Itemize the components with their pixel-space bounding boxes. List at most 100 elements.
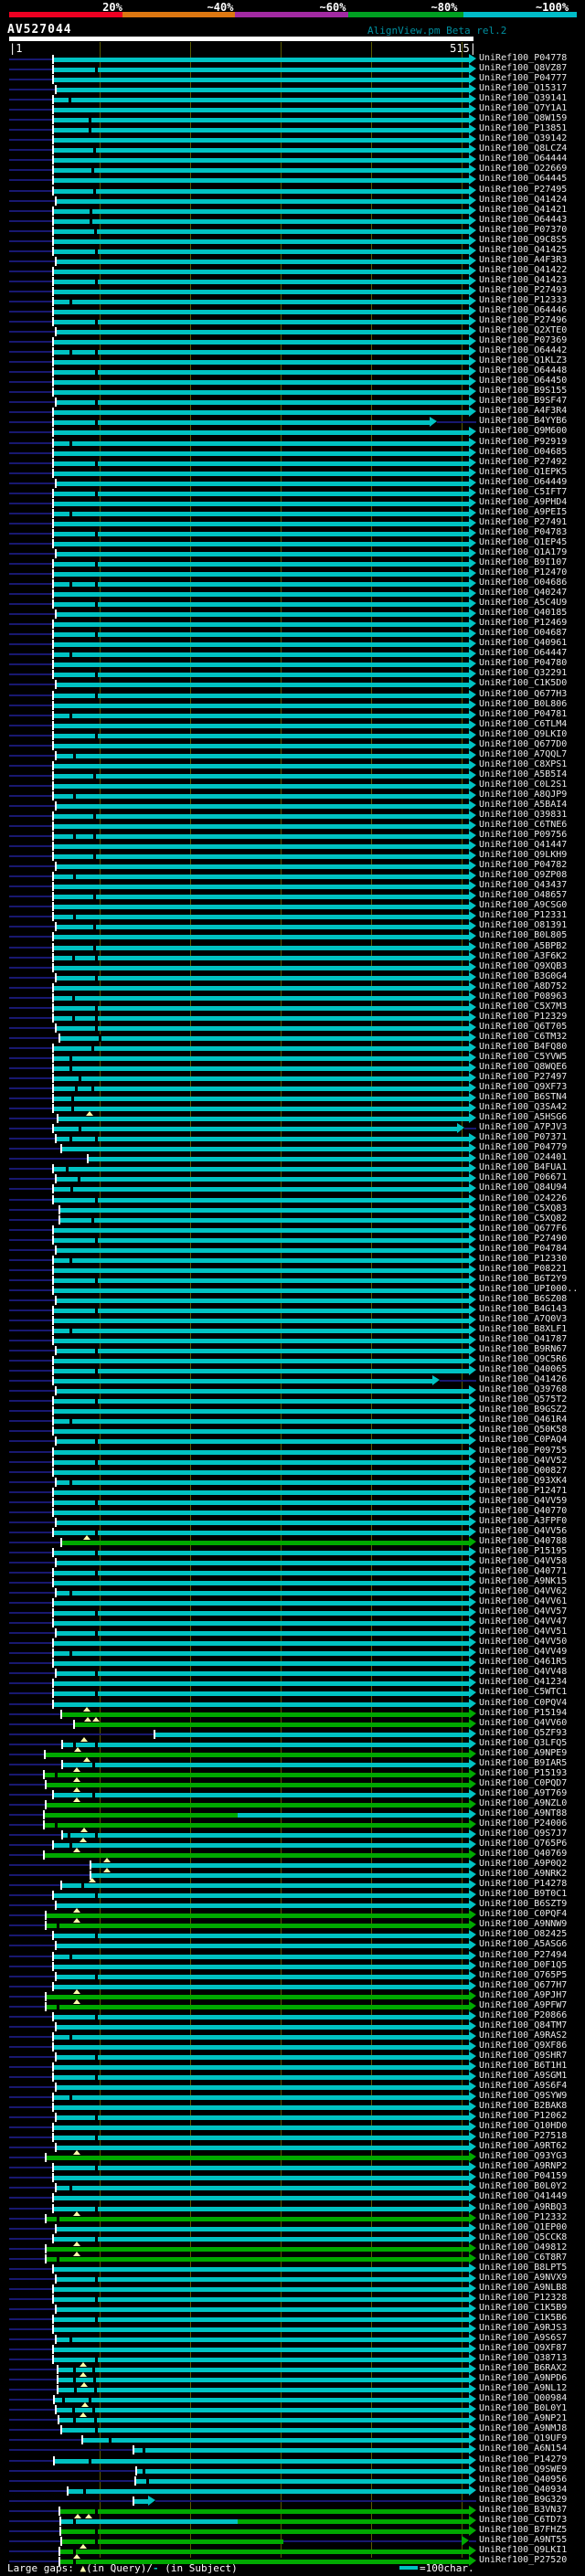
hit-label[interactable]: UniRef100_A9PFW7 — [479, 2000, 567, 2010]
hit-bar[interactable] — [54, 1571, 469, 1575]
hit-bar[interactable] — [54, 461, 469, 466]
hit-bar[interactable] — [62, 1147, 469, 1151]
hit-label[interactable]: UniRef100_P27518 — [479, 2131, 567, 2141]
hit-bar[interactable] — [57, 2337, 469, 2342]
hit-bar[interactable] — [54, 2136, 469, 2140]
hit-label[interactable]: UniRef100_A9NK15 — [479, 1576, 567, 1586]
hit-label[interactable]: UniRef100_Q5CCK8 — [479, 2232, 567, 2242]
hit-label[interactable]: UniRef100_P04780 — [479, 658, 567, 668]
hit-bar[interactable] — [57, 400, 469, 405]
hit-bar[interactable] — [47, 2217, 469, 2221]
hit-bar[interactable] — [54, 1409, 469, 1414]
hit-label[interactable]: UniRef100_Q5ZF93 — [479, 1728, 567, 1738]
hit-label[interactable]: UniRef100_C0L2S1 — [479, 779, 567, 790]
hit-label[interactable]: UniRef100_A9CSG0 — [479, 900, 567, 910]
hit-bar[interactable] — [54, 522, 469, 526]
hit-bar[interactable] — [60, 1218, 469, 1223]
hit-label[interactable]: UniRef100_A4F3R3 — [479, 255, 567, 265]
hit-label[interactable]: UniRef100_O64446 — [479, 305, 567, 315]
hit-bar[interactable] — [45, 1823, 469, 1828]
hit-bar[interactable] — [54, 1965, 469, 1969]
hit-bar[interactable] — [57, 976, 469, 981]
hit-bar[interactable] — [58, 2378, 469, 2382]
hit-label[interactable]: UniRef100_O64445 — [479, 174, 567, 184]
hit-label[interactable]: UniRef100_P14279 — [479, 2454, 567, 2465]
hit-label[interactable]: UniRef100_P12333 — [479, 295, 567, 305]
hit-label[interactable]: UniRef100_P06671 — [479, 1172, 567, 1182]
hit-bar[interactable] — [54, 694, 469, 698]
hit-bar[interactable] — [59, 2418, 469, 2422]
hit-bar[interactable] — [54, 472, 469, 476]
hit-bar[interactable] — [54, 935, 469, 939]
hit-label[interactable]: UniRef100_O24226 — [479, 1193, 567, 1203]
hit-label[interactable]: UniRef100_Q41423 — [479, 275, 567, 285]
hit-bar[interactable] — [57, 1521, 469, 1525]
hit-label[interactable]: UniRef100_C5XQ82 — [479, 1214, 567, 1224]
hit-bar[interactable] — [54, 1641, 469, 1646]
hit-bar[interactable] — [57, 2085, 469, 2090]
hit-bar[interactable] — [54, 824, 469, 829]
hit-label[interactable]: UniRef100_P14278 — [479, 1879, 567, 1889]
hit-bar[interactable] — [54, 1470, 469, 1475]
hit-bar[interactable] — [58, 2388, 469, 2392]
hit-label[interactable]: UniRef100_C1K5D0 — [479, 678, 567, 688]
hit-bar[interactable] — [45, 1773, 469, 1777]
hit-bar[interactable] — [54, 602, 469, 607]
hit-bar[interactable] — [54, 1661, 469, 1666]
hit-label[interactable]: UniRef100_Q9C8S5 — [479, 235, 567, 245]
hit-bar[interactable] — [54, 1511, 469, 1515]
hit-label[interactable]: UniRef100_Q677D0 — [479, 739, 567, 749]
hit-label[interactable]: UniRef100_B3VN37 — [479, 2505, 567, 2515]
hit-label[interactable]: UniRef100_P12469 — [479, 618, 567, 628]
hit-label[interactable]: UniRef100_A8QJP9 — [479, 790, 567, 800]
hit-bar[interactable] — [54, 1238, 469, 1243]
hit-bar[interactable] — [54, 380, 469, 385]
hit-bar[interactable] — [134, 2499, 148, 2504]
hit-label[interactable]: UniRef100_B6SZT9 — [479, 1899, 567, 1909]
hit-bar[interactable] — [54, 1893, 469, 1898]
hit-bar[interactable] — [54, 956, 469, 960]
hit-label[interactable]: UniRef100_A5C4U9 — [479, 598, 567, 608]
hit-bar[interactable] — [54, 1601, 469, 1606]
hit-bar[interactable] — [54, 1198, 469, 1203]
hit-bar[interactable] — [57, 1561, 469, 1565]
hit-bar[interactable] — [54, 1843, 469, 1848]
hit-bar[interactable] — [58, 2368, 469, 2372]
hit-bar[interactable] — [54, 794, 469, 799]
hit-label[interactable]: UniRef100_Q9XF86 — [479, 2041, 567, 2051]
hit-label[interactable]: UniRef100_Q9LKI0 — [479, 729, 567, 739]
hit-label[interactable]: UniRef100_P24006 — [479, 1818, 567, 1829]
hit-label[interactable]: UniRef100_Q40934 — [479, 2485, 567, 2495]
hit-label[interactable]: UniRef100_A9NT88 — [479, 1808, 567, 1818]
hit-bar[interactable] — [54, 2207, 469, 2211]
hit-label[interactable]: UniRef100_Q50K58 — [479, 1425, 567, 1435]
hit-label[interactable]: UniRef100_O64450 — [479, 376, 567, 386]
hit-bar[interactable] — [61, 2519, 469, 2524]
hit-label[interactable]: UniRef100_P04781 — [479, 709, 567, 719]
hit-label[interactable]: UniRef100_Q19UF9 — [479, 2433, 567, 2443]
hit-bar[interactable] — [54, 673, 469, 677]
hit-bar[interactable] — [54, 582, 469, 587]
hit-bar[interactable] — [54, 78, 469, 82]
hit-label[interactable]: UniRef100_A5BAI4 — [479, 800, 567, 810]
hit-bar[interactable] — [57, 2227, 469, 2231]
hit-bar[interactable] — [54, 2297, 469, 2302]
hit-bar[interactable] — [57, 864, 469, 869]
hit-bar[interactable] — [62, 1541, 469, 1545]
hit-label[interactable]: UniRef100_A9NMJ8 — [479, 2423, 567, 2433]
hit-bar[interactable] — [54, 663, 469, 667]
hit-label[interactable]: UniRef100_Q40771 — [479, 1566, 567, 1576]
hit-label[interactable]: UniRef100_O81391 — [479, 920, 567, 930]
hit-bar[interactable] — [134, 2448, 469, 2453]
hit-bar[interactable] — [54, 1500, 469, 1505]
hit-label[interactable]: UniRef100_A9RT62 — [479, 2141, 567, 2151]
hit-label[interactable]: UniRef100_A7PJV3 — [479, 1122, 567, 1132]
hit-label[interactable]: UniRef100_Q4VV62 — [479, 1586, 567, 1596]
hit-bar[interactable] — [54, 1419, 469, 1424]
hit-bar[interactable] — [60, 2509, 469, 2514]
hit-bar[interactable] — [47, 1924, 469, 1928]
hit-label[interactable]: UniRef100_Q4VV49 — [479, 1647, 567, 1657]
hit-label[interactable]: UniRef100_P07371 — [479, 1132, 567, 1142]
hit-bar[interactable] — [54, 1429, 469, 1434]
hit-label[interactable]: UniRef100_A9NLB8 — [479, 2283, 567, 2293]
